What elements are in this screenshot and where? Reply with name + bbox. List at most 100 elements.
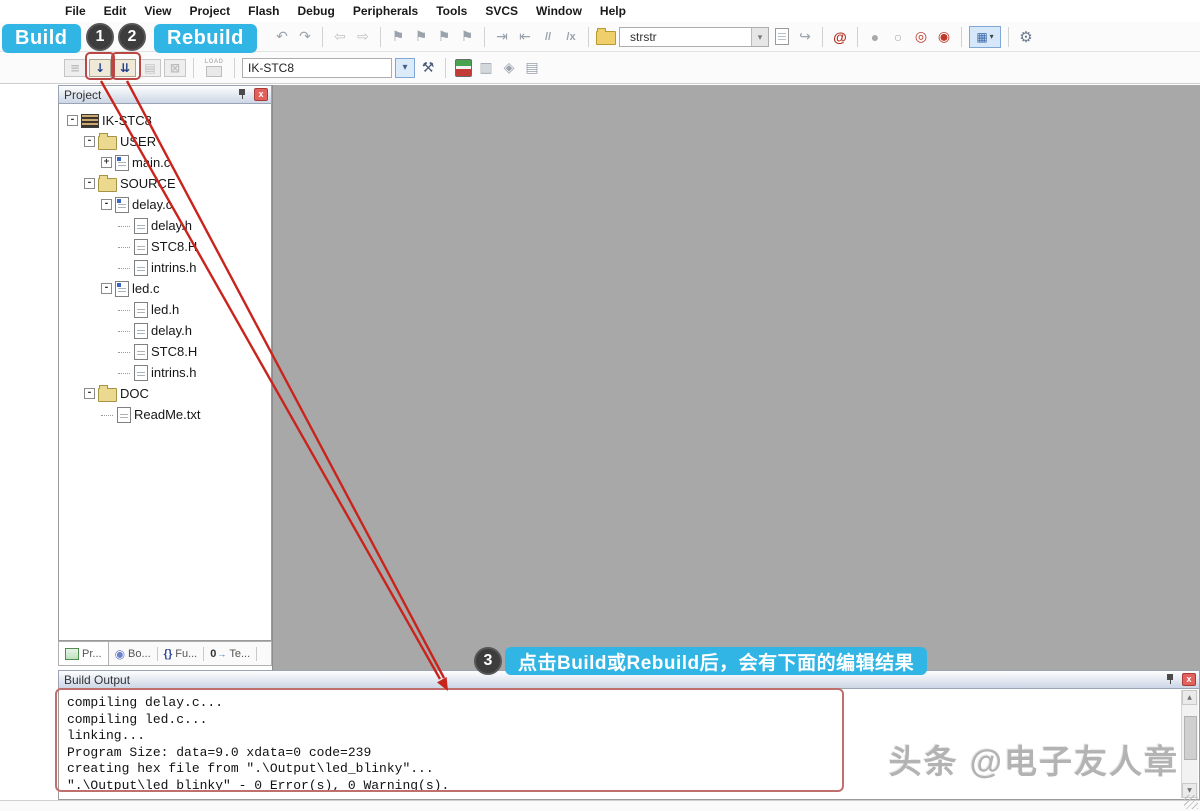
scroll-up-icon[interactable]: ▲ (1182, 690, 1197, 705)
breakpoint-disable-all-icon[interactable]: ◎ (911, 27, 931, 47)
tree-item-label: intrins.h (151, 365, 197, 380)
tree-item-readme-txt[interactable]: ReadMe.txt (59, 404, 271, 425)
rebuild-callout-label: Rebuild (154, 24, 257, 53)
manage-rte-icon[interactable] (453, 58, 473, 78)
collapse-icon[interactable]: - (84, 136, 95, 147)
tree-item-source[interactable]: - SOURCE (59, 173, 271, 194)
close-icon[interactable]: x (254, 88, 268, 101)
project-panel-title: Project (64, 87, 102, 102)
target-dropdown-icon[interactable]: ▾ (395, 57, 415, 78)
windows-layout-button[interactable]: ▦ ▾ (969, 25, 1001, 48)
unindent-icon[interactable]: ⇤ (515, 27, 535, 47)
menu-flash[interactable]: Flash (239, 2, 288, 20)
navigate-forward-icon[interactable]: ⇨ (353, 27, 373, 47)
toolbar-separator (961, 26, 962, 47)
menu-file[interactable]: File (56, 2, 95, 20)
tab-functions[interactable]: {} Fu... (158, 642, 204, 665)
project-tab-icon (65, 647, 79, 660)
download-load-button[interactable]: LOAD (201, 57, 227, 79)
menu-svcs[interactable]: SVCS (476, 2, 527, 20)
tree-item-main-c[interactable]: + main.c (59, 152, 271, 173)
breakpoint-toggle-icon[interactable]: ● (865, 27, 885, 47)
last-change-icon[interactable]: ↪ (795, 27, 815, 47)
books-icon[interactable]: ▤ (522, 58, 542, 78)
collapse-icon[interactable]: - (84, 388, 95, 399)
batch-build-button[interactable]: ▤ (139, 58, 161, 77)
stop-build-button[interactable]: ⊠ (164, 58, 186, 77)
tree-item-delay-h[interactable]: delay.h (59, 215, 271, 236)
bookmark-clear-icon[interactable]: ⚑ (457, 27, 477, 47)
bookmark-toggle-icon[interactable]: ⚑ (388, 27, 408, 47)
collapse-icon[interactable]: - (67, 115, 78, 126)
navigate-back-icon[interactable]: ⇦ (330, 27, 350, 47)
uncomment-icon[interactable]: /x (561, 27, 581, 47)
watermark-text: 头条 @电子友人章 (888, 743, 1179, 780)
undo-icon[interactable]: ↶ (272, 27, 292, 47)
translate-file-button[interactable]: ≡ (64, 58, 86, 77)
collapse-icon[interactable]: - (84, 178, 95, 189)
find-symbol-icon[interactable]: @ (830, 27, 850, 47)
comment-icon[interactable]: // (538, 27, 558, 47)
search-combobox[interactable]: ▾ (619, 26, 769, 47)
tree-connector (118, 246, 130, 248)
tree-item-intrins-h-2[interactable]: intrins.h (59, 362, 271, 383)
menu-debug[interactable]: Debug (289, 2, 344, 20)
folder-icon (98, 132, 117, 150)
tree-item-stc8-h[interactable]: STC8.H (59, 236, 271, 257)
search-input[interactable] (625, 27, 751, 46)
tree-connector (118, 267, 130, 269)
menu-help[interactable]: Help (591, 2, 635, 20)
target-select[interactable]: IK-STC8 (242, 57, 392, 78)
file-extensions-icon[interactable]: ▥ (476, 58, 496, 78)
toolbar-separator (484, 26, 485, 47)
templates-tab-icon: 0 (210, 647, 217, 660)
tab-project[interactable]: Pr... (59, 642, 109, 665)
indent-icon[interactable]: ⇥ (492, 27, 512, 47)
menu-peripherals[interactable]: Peripherals (344, 2, 427, 20)
bookmark-next-icon[interactable]: ⚑ (411, 27, 431, 47)
resize-grip-icon[interactable] (1184, 795, 1198, 809)
tab-label: Bo... (128, 647, 151, 660)
breakpoint-disable-icon[interactable]: ○ (888, 27, 908, 47)
collapse-icon[interactable]: - (101, 283, 112, 294)
bottom-edge (0, 800, 1200, 811)
scrollbar-thumb[interactable] (1184, 716, 1197, 760)
menu-edit[interactable]: Edit (95, 2, 136, 20)
menu-project[interactable]: Project (180, 2, 239, 20)
tree-item-delay-h-2[interactable]: delay.h (59, 320, 271, 341)
menu-tools[interactable]: Tools (427, 2, 476, 20)
tab-books[interactable]: ◉ Bo... (109, 642, 157, 665)
tree-item-label: led.h (151, 302, 180, 317)
tree-item-led-c[interactable]: - led.c (59, 278, 271, 299)
tree-item-led-h[interactable]: led.h (59, 299, 271, 320)
menu-view[interactable]: View (135, 2, 180, 20)
tree-item-stc8-h-2[interactable]: STC8.H (59, 341, 271, 362)
keil-uvision-window: File Edit View Project Flash Debug Perip… (0, 0, 1200, 811)
bookmark-prev-icon[interactable]: ⚑ (434, 27, 454, 47)
redo-icon[interactable]: ↷ (295, 27, 315, 47)
folder-icon (98, 174, 117, 192)
pin-icon[interactable] (1165, 673, 1176, 686)
chevron-down-icon: ▾ (989, 32, 994, 41)
find-document-icon[interactable] (772, 27, 792, 47)
tree-item-user[interactable]: - USER (59, 131, 271, 152)
tree-item-doc[interactable]: - DOC (59, 383, 271, 404)
toolbar-separator (822, 26, 823, 47)
search-dropdown-icon[interactable]: ▾ (751, 27, 768, 46)
menu-window[interactable]: Window (527, 2, 591, 20)
breakpoint-kill-all-icon[interactable]: ◉ (934, 27, 954, 47)
pin-icon[interactable] (237, 88, 248, 101)
tree-item-delay-c[interactable]: - delay.c (59, 194, 271, 215)
find-in-files-icon[interactable] (596, 27, 616, 47)
multi-project-icon[interactable]: ◈ (499, 58, 519, 78)
tree-item-ik-stc8[interactable]: - IK-STC8 (59, 110, 271, 131)
target-options-icon[interactable]: ⚒ (418, 58, 438, 78)
collapse-icon[interactable]: - (101, 199, 112, 210)
vertical-scrollbar[interactable]: ▲ ▼ (1181, 690, 1198, 798)
configuration-wrench-icon[interactable]: ⚙ (1016, 27, 1036, 47)
tab-templates[interactable]: 0 → Te... (204, 642, 256, 665)
expand-icon[interactable]: + (101, 157, 112, 168)
tab-label: Te... (229, 647, 251, 660)
tree-item-intrins-h[interactable]: intrins.h (59, 257, 271, 278)
close-icon[interactable]: x (1182, 673, 1196, 686)
